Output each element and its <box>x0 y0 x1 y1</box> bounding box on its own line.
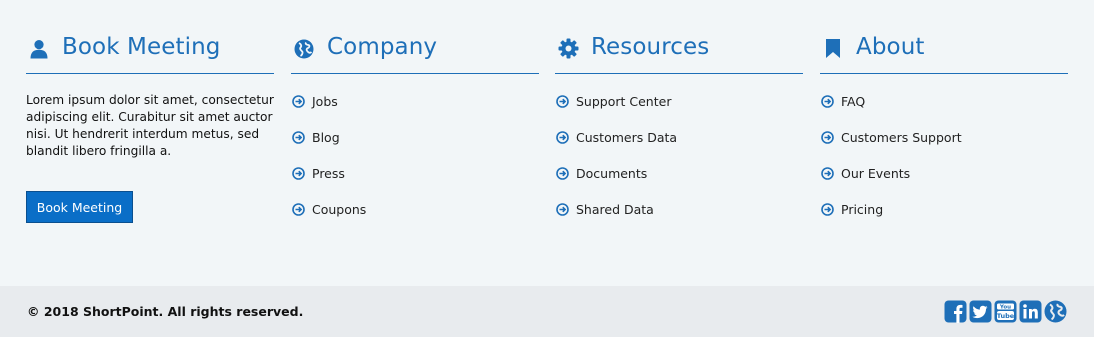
link-label: Customers Data <box>576 129 678 145</box>
arrow-right-circle-icon <box>292 94 305 108</box>
list-item[interactable]: Coupons <box>291 191 539 227</box>
link-label: Coupons <box>312 201 367 217</box>
link-list: FAQ Customers Support Our Events Pricing <box>820 83 1068 227</box>
linkedin-icon[interactable] <box>1019 300 1042 323</box>
column-header: About <box>820 28 1068 74</box>
bottom-bar: © 2018 ShortPoint. All rights reserved. … <box>0 286 1094 337</box>
column-header: Company <box>291 28 539 74</box>
link-label: Documents <box>576 165 648 181</box>
arrow-right-circle-icon <box>292 202 305 216</box>
svg-text:Tube: Tube <box>997 312 1015 320</box>
link-label: Jobs <box>312 93 338 109</box>
footer-main: Book Meeting Lorem ipsum dolor sit amet,… <box>0 0 1094 286</box>
list-item[interactable]: Pricing <box>820 191 1068 227</box>
list-item[interactable]: Documents <box>555 155 803 191</box>
youtube-icon[interactable]: You Tube <box>994 300 1017 323</box>
list-item[interactable]: FAQ <box>820 83 1068 119</box>
book-meeting-button[interactable]: Book Meeting <box>26 191 133 223</box>
column-header: Book Meeting <box>26 28 274 74</box>
link-label: Shared Data <box>576 201 654 217</box>
column-about: About FAQ Customers Support Our Events P… <box>820 28 1068 236</box>
arrow-right-circle-icon <box>292 130 305 144</box>
column-description: Lorem ipsum dolor sit amet, consectetur … <box>26 93 274 158</box>
arrow-right-circle-icon <box>821 94 834 108</box>
column-resources: Resources Support Center Customers Data … <box>555 28 803 236</box>
facebook-icon[interactable] <box>944 300 967 323</box>
list-item[interactable]: Support Center <box>555 83 803 119</box>
bookmark-icon <box>822 38 844 60</box>
svg-text:You: You <box>999 305 1011 311</box>
column-company: Company Jobs Blog Press Coupons <box>291 28 539 236</box>
link-list: Jobs Blog Press Coupons <box>291 83 539 227</box>
social-links: You Tube <box>944 300 1067 323</box>
link-list: Support Center Customers Data Documents … <box>555 83 803 227</box>
column-title: Resources <box>591 33 710 60</box>
arrow-right-circle-icon <box>556 166 569 180</box>
column-title: Company <box>327 33 438 60</box>
link-label: Pricing <box>841 201 884 217</box>
list-item[interactable]: Customers Data <box>555 119 803 155</box>
column-title: Book Meeting <box>62 33 221 60</box>
copyright-text: © 2018 ShortPoint. All rights reserved. <box>27 304 304 319</box>
link-label: FAQ <box>841 93 866 109</box>
arrow-right-circle-icon <box>556 130 569 144</box>
column-title: About <box>856 33 925 60</box>
arrow-right-circle-icon <box>821 166 834 180</box>
globe-icon[interactable] <box>1044 300 1067 323</box>
link-label: Our Events <box>841 165 911 181</box>
twitter-icon[interactable] <box>969 300 992 323</box>
link-label: Support Center <box>576 93 672 109</box>
list-item[interactable]: Customers Support <box>820 119 1068 155</box>
link-label: Blog <box>312 129 340 145</box>
arrow-right-circle-icon <box>556 202 569 216</box>
column-header: Resources <box>555 28 803 74</box>
list-item[interactable]: Our Events <box>820 155 1068 191</box>
globe-icon <box>293 38 315 60</box>
column-book-meeting: Book Meeting Lorem ipsum dolor sit amet,… <box>26 28 274 223</box>
link-label: Press <box>312 165 345 181</box>
arrow-right-circle-icon <box>292 166 305 180</box>
list-item[interactable]: Jobs <box>291 83 539 119</box>
gear-icon <box>557 38 579 60</box>
list-item[interactable]: Blog <box>291 119 539 155</box>
arrow-right-circle-icon <box>821 130 834 144</box>
list-item[interactable]: Shared Data <box>555 191 803 227</box>
list-item[interactable]: Press <box>291 155 539 191</box>
arrow-right-circle-icon <box>821 202 834 216</box>
user-icon <box>28 38 50 60</box>
link-label: Customers Support <box>841 129 962 145</box>
arrow-right-circle-icon <box>556 94 569 108</box>
